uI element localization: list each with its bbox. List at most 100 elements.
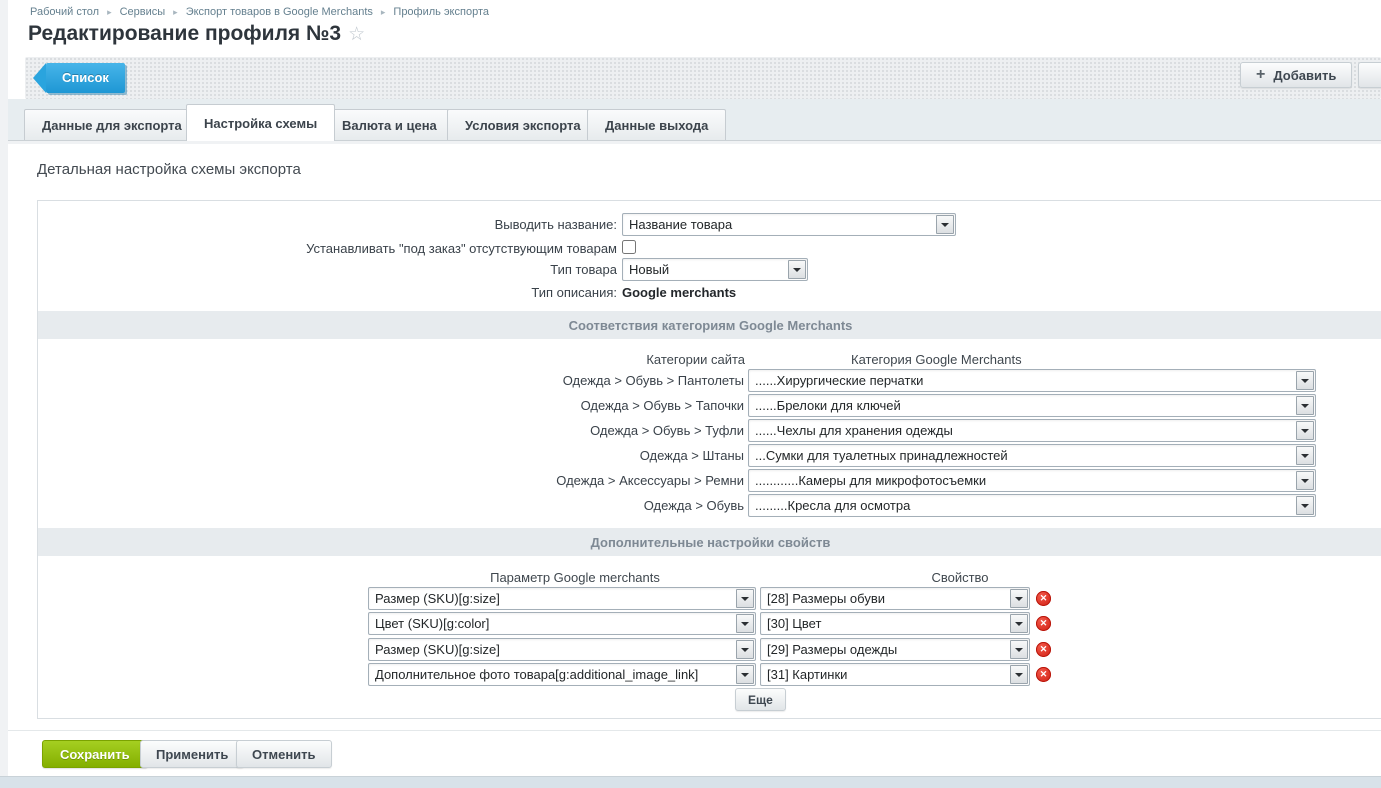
apply-button[interactable]: Применить [140,740,244,768]
breadcrumb-separator-icon: ▸ [173,7,178,17]
properties-section-header: Дополнительные настройки свойств [38,528,1381,556]
delete-row-icon[interactable]: ✕ [1036,616,1051,631]
gm-category-value: .........Кресла для осмотра [755,495,1293,516]
gm-category-value: ......Хирургические перчатки [755,370,1293,391]
delete-row-icon[interactable]: ✕ [1036,667,1051,682]
add-button-label: Добавить [1273,68,1336,83]
gm-category-select[interactable]: ...Сумки для туалетных принадлежностей [748,444,1316,467]
gm-category-select[interactable]: ......Чехлы для хранения одежды [748,419,1316,442]
form-heading: Детальная настройка схемы экспорта [37,161,301,178]
chevron-down-icon[interactable] [1296,446,1314,465]
categories-section-header: Соответствия категориям Google Merchants [38,311,1381,339]
property-select[interactable]: [30] Цвет [760,612,1030,635]
breadcrumb-link-profile[interactable]: Профиль экспорта [393,6,489,18]
chevron-down-icon[interactable] [736,640,754,659]
tab-currency-price[interactable]: Валюта и цена [324,109,455,140]
add-button[interactable]: + Добавить [1240,62,1352,88]
breadcrumb-link-export[interactable]: Экспорт товаров в Google Merchants [186,6,373,18]
toolbar-extra-button[interactable] [1358,62,1381,88]
chevron-down-icon[interactable] [1296,471,1314,490]
chevron-down-icon[interactable] [736,589,754,608]
more-button[interactable]: Еще [735,688,786,711]
chevron-down-icon[interactable] [788,260,806,279]
gm-category-value: ......Чехлы для хранения одежды [755,420,1293,441]
toolbar [25,57,1381,99]
gm-param-value: Размер (SKU)[g:size] [375,639,733,660]
breadcrumb-separator-icon: ▸ [107,7,112,17]
product-type-label: Тип товара [217,262,617,277]
plus-icon: + [1256,67,1265,83]
chevron-down-icon[interactable] [1010,640,1028,659]
site-category-label: Одежда > Обувь > Пантолеты [404,373,744,388]
chevron-down-icon[interactable] [1296,496,1314,515]
gm-param-value: Дополнительное фото товара[g:additional_… [375,664,733,685]
property-select[interactable]: [28] Размеры обуви [760,587,1030,610]
site-category-label: Одежда > Обувь [404,498,744,513]
product-type-select[interactable]: Новый [622,258,808,281]
description-type-value: Google merchants [622,285,736,300]
product-type-value: Новый [629,259,785,280]
delete-row-icon[interactable]: ✕ [1036,642,1051,657]
property-value: [30] Цвет [767,613,1007,634]
output-name-select[interactable]: Название товара [622,213,956,236]
description-type-label: Тип описания: [217,285,617,300]
property-value: [28] Размеры обуви [767,588,1007,609]
gm-param-select[interactable]: Размер (SKU)[g:size] [368,587,756,610]
gm-category-select[interactable]: ............Камеры для микрофотосъемки [748,469,1316,492]
chevron-down-icon[interactable] [1296,396,1314,415]
output-name-label: Выводить название: [217,217,617,232]
site-category-label: Одежда > Обувь > Тапочки [404,398,744,413]
gm-param-column-header: Параметр Google merchants [430,570,720,585]
chevron-down-icon[interactable] [1010,589,1028,608]
chevron-down-icon[interactable] [1010,614,1028,633]
site-categories-column-header: Категории сайта [500,352,745,367]
property-column-header: Свойство [880,570,1040,585]
property-value: [29] Размеры одежды [767,639,1007,660]
gm-category-value: ...Сумки для туалетных принадлежностей [755,445,1293,466]
chevron-down-icon[interactable] [736,614,754,633]
chevron-down-icon[interactable] [936,215,954,234]
page-title: Редактирование профиля №3 ☆ [28,22,365,46]
save-button[interactable]: Сохранить [42,740,148,768]
page-bottom-divider [0,776,1381,777]
site-category-label: Одежда > Штаны [404,448,744,463]
gm-category-select[interactable]: .........Кресла для осмотра [748,494,1316,517]
gm-param-select[interactable]: Цвет (SKU)[g:color] [368,612,756,635]
gm-param-select[interactable]: Дополнительное фото товара[g:additional_… [368,663,756,686]
footer-divider [8,730,1381,731]
page-left-margin [0,0,8,777]
breadcrumb-separator-icon: ▸ [381,7,386,17]
on-order-label: Устанавливать "под заказ" отсутствующим … [217,241,617,256]
output-name-value: Название товара [629,214,933,235]
page-title-text: Редактирование профиля №3 [28,22,341,45]
breadcrumb-link-services[interactable]: Сервисы [120,6,166,18]
gm-category-column-header: Категория Google Merchants [851,352,1022,367]
tab-export-conditions[interactable]: Условия экспорта [447,109,599,140]
breadcrumb: Рабочий стол ▸ Сервисы ▸ Экспорт товаров в G… [30,6,489,18]
delete-row-icon[interactable]: ✕ [1036,591,1051,606]
chevron-down-icon[interactable] [736,665,754,684]
property-select[interactable]: [31] Картинки [760,663,1030,686]
page: Рабочий стол ▸ Сервисы ▸ Экспорт товаров в G… [0,0,1381,788]
chevron-down-icon[interactable] [1010,665,1028,684]
tab-output-data[interactable]: Данные выхода [587,109,726,140]
breadcrumb-link-desktop[interactable]: Рабочий стол [30,6,99,18]
gm-category-select[interactable]: ......Хирургические перчатки [748,369,1316,392]
favorite-star-icon[interactable]: ☆ [348,24,365,45]
gm-param-value: Цвет (SKU)[g:color] [375,613,733,634]
list-button[interactable]: Список [46,63,125,93]
gm-param-value: Размер (SKU)[g:size] [375,588,733,609]
chevron-down-icon[interactable] [1296,421,1314,440]
cancel-button[interactable]: Отменить [236,740,332,768]
on-order-checkbox[interactable] [622,240,636,254]
gm-category-select[interactable]: ......Брелоки для ключей [748,394,1316,417]
tab-export-data[interactable]: Данные для экспорта [24,109,200,140]
gm-category-value: ............Камеры для микрофотосъемки [755,470,1293,491]
tab-scheme-settings[interactable]: Настройка схемы [186,104,335,141]
property-select[interactable]: [29] Размеры одежды [760,638,1030,661]
gm-param-select[interactable]: Размер (SKU)[g:size] [368,638,756,661]
gm-category-value: ......Брелоки для ключей [755,395,1293,416]
site-category-label: Одежда > Обувь > Туфли [404,423,744,438]
site-category-label: Одежда > Аксессуары > Ремни [404,473,744,488]
chevron-down-icon[interactable] [1296,371,1314,390]
